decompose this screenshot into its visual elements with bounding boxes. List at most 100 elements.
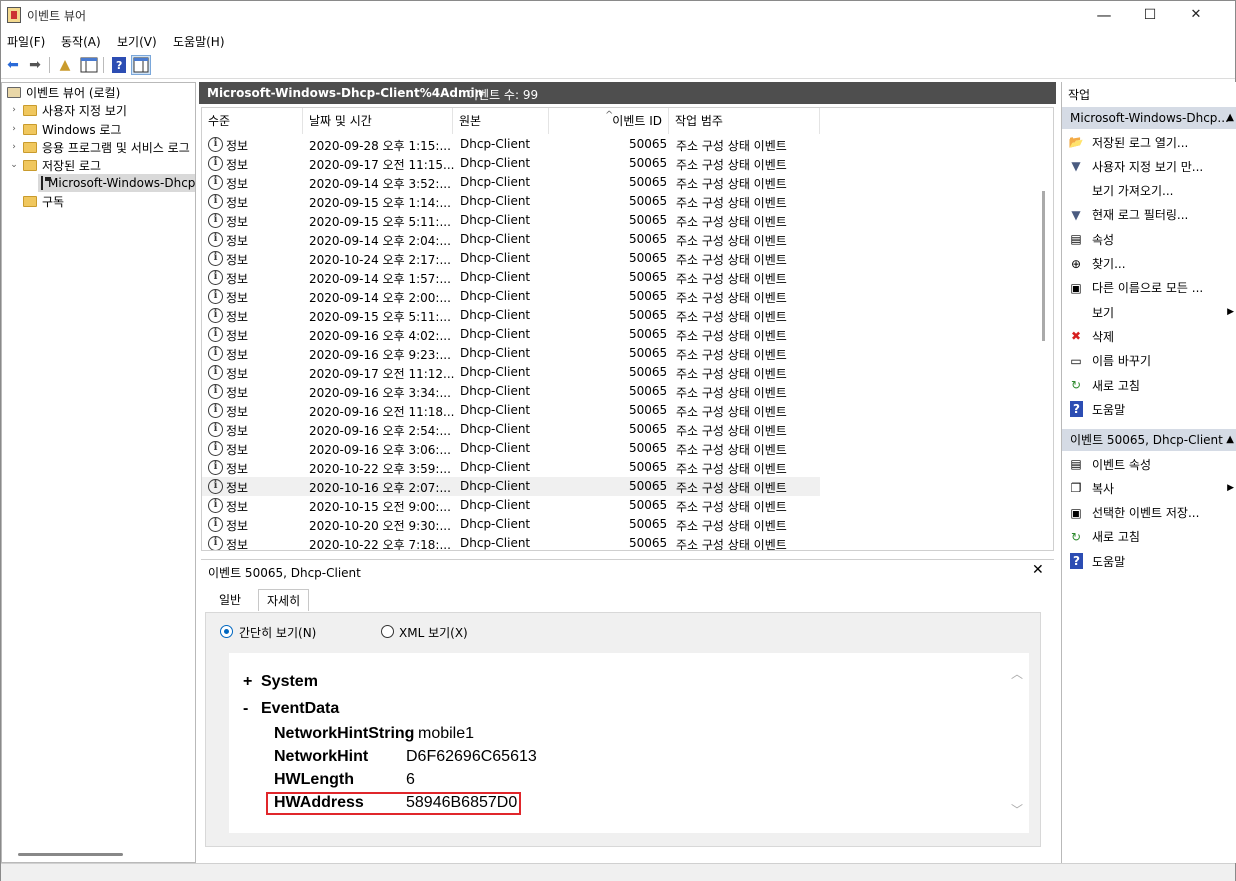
event-row[interactable]: i 정보 2020-10-15 오전 9:00:... Dhcp-Client 5006… [202,496,820,515]
scroll-down-icon[interactable]: ﹀ [1011,801,1023,818]
saved-log-icon [41,176,51,190]
action-item[interactable]: ↻ 새로 고침 [1062,525,1236,549]
action-item[interactable]: ❐ 복사 ▶ [1062,476,1236,500]
column-header-level[interactable]: 수준 [202,108,303,134]
event-level: 정보 [226,329,249,343]
event-row[interactable]: i 정보 2020-10-22 오후 3:59:... Dhcp-Client 5006… [202,458,820,477]
tree-node[interactable]: Microsoft-Windows-Dhcp [38,174,195,192]
collapsed-chevron-icon[interactable]: › [8,142,20,152]
event-row[interactable]: i 정보 2020-09-16 오후 4:02:... Dhcp-Client 5006… [202,325,820,344]
event-task-category: 주소 구성 상태 이벤트 [676,443,787,457]
information-icon: i [208,137,223,152]
event-row[interactable]: i 정보 2020-09-14 오후 2:00:... Dhcp-Client 5006… [202,287,820,306]
action-item[interactable]: ▼ 사용자 지정 보기 만... [1062,154,1236,178]
column-header-datetime[interactable]: 날짜 및 시간 [303,108,453,134]
event-id: 50065 [629,479,668,493]
actions-section-log[interactable]: Microsoft-Windows-Dhcp... ▲ [1062,107,1236,129]
collapsed-chevron-icon[interactable]: › [8,105,20,115]
xml-view-radio[interactable] [381,625,394,638]
actions-section-event[interactable]: 이벤트 50065, Dhcp-Client ▲ [1062,429,1236,451]
action-item[interactable]: ▣ 다른 이름으로 모든 ... [1062,276,1236,300]
column-header-source[interactable]: 원본 [453,108,549,134]
event-row[interactable]: i 정보 2020-09-16 오전 11:18... Dhcp-Client 5006… [202,401,820,420]
action-label: 복사 [1092,481,1115,496]
menu-file[interactable]: 파일(F) [7,33,45,50]
system-node[interactable]: System [261,673,318,691]
eventdata-toggle[interactable]: - [243,700,248,718]
help-toolbar-icon[interactable]: ? [109,55,129,75]
event-row[interactable]: i 정보 2020-10-16 오후 2:07:... Dhcp-Client 5006… [202,477,820,496]
action-item[interactable]: ✖ 삭제 [1062,324,1236,348]
friendly-view-label[interactable]: 간단히 보기(N) [239,624,316,641]
action-item[interactable]: ▼ 현재 로그 필터링... [1062,203,1236,227]
event-row[interactable]: i 정보 2020-09-14 오후 2:04:... Dhcp-Client 5006… [202,230,820,249]
friendly-view-radio[interactable] [220,625,233,638]
show-hide-tree-icon[interactable] [79,55,99,75]
tree-node[interactable]: › 응용 프로그램 및 서비스 로그 [8,138,190,156]
detail-close-icon[interactable]: ✕ [1032,562,1044,578]
collapsed-chevron-icon[interactable]: › [8,124,20,134]
up-folder-icon[interactable]: ▲ [55,55,75,75]
event-row[interactable]: i 정보 2020-09-16 오후 3:34:... Dhcp-Client 5006… [202,382,820,401]
menu-help[interactable]: 도움말(H) [173,33,225,50]
event-row[interactable]: i 정보 2020-10-22 오후 7:18:... Dhcp-Client 5006… [202,534,820,551]
event-row[interactable]: i 정보 2020-09-17 오전 11:15... Dhcp-Client 5006… [202,154,820,173]
eventdata-node[interactable]: EventData [261,700,339,718]
event-row[interactable]: i 정보 2020-10-24 오후 2:17:... Dhcp-Client 5006… [202,249,820,268]
action-item[interactable]: ▤ 이벤트 속성 [1062,452,1236,476]
collapse-icon[interactable]: ▲ [1226,107,1234,129]
system-toggle[interactable]: + [243,673,252,691]
event-row[interactable]: i 정보 2020-09-14 오후 1:57:... Dhcp-Client 5006… [202,268,820,287]
action-item[interactable]: ? 도움말 [1062,549,1236,573]
action-item[interactable]: ▤ 속성 [1062,227,1236,251]
action-label: 이벤트 속성 [1092,457,1152,472]
menu-view[interactable]: 보기(V) [117,33,157,50]
event-row[interactable]: i 정보 2020-09-14 오후 3:52:... Dhcp-Client 5006… [202,173,820,192]
action-item[interactable]: ⊕ 찾기... [1062,252,1236,276]
tree-node[interactable]: › 사용자 지정 보기 [8,101,127,119]
tree-node[interactable]: › Windows 로그 [8,120,121,138]
event-level: 정보 [226,424,249,438]
expanded-chevron-icon[interactable]: ⌄ [8,160,20,170]
event-row[interactable]: i 정보 2020-09-17 오전 11:12... Dhcp-Client 5006… [202,363,820,382]
close-button[interactable]: ✕ [1173,1,1219,29]
tree-node[interactable]: 이벤트 뷰어 (로컬) [4,83,120,101]
action-item[interactable]: ? 도움말 [1062,397,1236,421]
action-item[interactable]: 보기 ▶ [1062,300,1236,324]
minimize-button[interactable]: — [1081,1,1127,29]
action-item[interactable]: ▭ 이름 바꾸기 [1062,349,1236,373]
event-row[interactable]: i 정보 2020-09-28 오후 1:15:... Dhcp-Client 5006… [202,135,820,154]
action-item[interactable]: ▣ 선택한 이벤트 저장... [1062,501,1236,525]
event-datetime: 2020-10-22 오후 7:18:... [309,538,451,551]
action-item[interactable]: 📂 저장된 로그 열기... [1062,130,1236,154]
event-row[interactable]: i 정보 2020-09-15 오후 1:14:... Dhcp-Client 5006… [202,192,820,211]
collapse-icon[interactable]: ▲ [1226,429,1234,451]
action-item[interactable]: ↻ 새로 고침 [1062,373,1236,397]
event-row[interactable]: i 정보 2020-09-16 오후 2:54:... Dhcp-Client 5006… [202,420,820,439]
tree-node[interactable]: ⌄ 저장된 로그 [8,156,101,174]
event-row[interactable]: i 정보 2020-10-20 오전 9:30:... Dhcp-Client 5006… [202,515,820,534]
event-list-scrollbar[interactable] [1042,191,1045,341]
action-item[interactable]: 보기 가져오기... [1062,179,1236,203]
delete-icon: ✖ [1070,329,1082,344]
back-arrow-icon[interactable]: ⬅ [3,55,23,75]
xml-view-label[interactable]: XML 보기(X) [399,624,468,641]
tab-details[interactable]: 자세히 [258,589,310,611]
information-icon: i [208,365,223,380]
forward-arrow-icon[interactable]: ➡ [25,55,45,75]
column-header-task-category[interactable]: 작업 범주 [669,108,820,134]
event-id: 50065 [629,327,668,341]
menu-action[interactable]: 동작(A) [61,33,101,50]
event-row[interactable]: i 정보 2020-09-16 오후 3:06:... Dhcp-Client 5006… [202,439,820,458]
event-row[interactable]: i 정보 2020-09-15 오후 5:11:... Dhcp-Client 5006… [202,306,820,325]
information-icon: i [208,308,223,323]
show-action-pane-icon[interactable] [131,55,151,75]
tree-horizontal-scrollbar[interactable] [18,853,123,856]
event-row[interactable]: i 정보 2020-09-16 오후 9:23:... Dhcp-Client 5006… [202,344,820,363]
scroll-up-icon[interactable]: ︿ [1011,665,1023,682]
maximize-button[interactable]: ☐ [1127,1,1173,29]
tab-general[interactable]: 일반 [211,589,249,611]
tree-node[interactable]: 구독 [8,192,64,210]
event-row[interactable]: i 정보 2020-09-15 오후 5:11:... Dhcp-Client 5006… [202,211,820,230]
event-datetime: 2020-09-16 오전 11:18... [309,405,455,419]
